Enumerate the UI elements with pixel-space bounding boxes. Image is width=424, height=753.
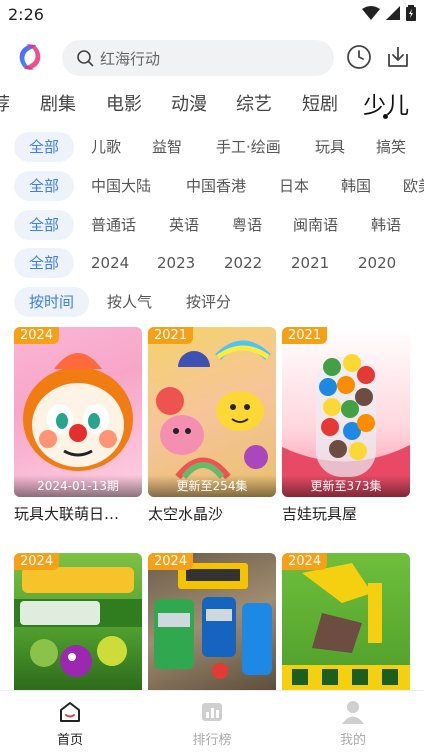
nav-home[interactable]: 首页 — [30, 699, 110, 748]
filter-region-option[interactable]: 中国香港 — [186, 171, 246, 201]
episode-info: 2024-01-13期 — [14, 475, 142, 497]
chart-icon — [202, 703, 222, 721]
search-bar[interactable]: 红海行动 — [62, 40, 334, 76]
status-bar: 2:26 — [0, 0, 424, 30]
year-badge: 2021 — [148, 327, 194, 344]
filter-region-option[interactable]: 日本 — [279, 171, 309, 201]
video-card[interactable]: 2024 — [148, 553, 276, 690]
battery-icon — [406, 5, 416, 21]
filter-type-option[interactable]: 益智 — [152, 132, 182, 162]
sort-by-rating[interactable]: 按评分 — [186, 287, 231, 317]
video-thumbnail[interactable]: 2024 2024-01-13期 — [14, 327, 142, 497]
status-time: 2:26 — [8, 5, 44, 24]
filter-year-all[interactable]: 全部 — [14, 248, 75, 278]
header: 红海行动 — [0, 38, 424, 78]
video-card[interactable]: 2021 更新至373集 吉娃玩具屋 — [282, 327, 410, 524]
home-icon — [60, 702, 80, 722]
episode-info: 更新至373集 — [282, 475, 410, 497]
search-placeholder: 红海行动 — [100, 49, 161, 68]
filter-year-option[interactable]: 2020 — [358, 248, 396, 278]
filter-language-option[interactable]: 英语 — [169, 210, 199, 240]
thumbnail-art-icon — [154, 563, 272, 679]
nav-home-label: 首页 — [56, 733, 83, 748]
year-badge: 2024 — [14, 327, 60, 344]
nav-rank[interactable]: 排行榜 — [172, 699, 252, 748]
filter-row-sort: 按时间 按人气 按评分 — [0, 285, 424, 319]
tab-variety[interactable]: 综艺 — [236, 90, 272, 116]
signal-icon — [386, 6, 400, 20]
filter-region-option[interactable]: 欧美 — [403, 171, 424, 201]
tab-recommend[interactable]: 荐 — [0, 90, 10, 116]
filter-type-option[interactable]: 玩具 — [315, 132, 345, 162]
filter-row-year: 全部 2024 2023 2022 2021 2020 — [0, 246, 424, 280]
thumbnail-art-icon — [156, 340, 271, 480]
filter-region-option[interactable]: 中国大陆 — [91, 171, 151, 201]
filter-language-option[interactable]: 普通话 — [91, 210, 136, 240]
tab-anime[interactable]: 动漫 — [171, 90, 207, 116]
filter-year-option[interactable]: 2023 — [157, 248, 195, 278]
thumbnail-art-icon — [282, 563, 410, 690]
filter-type-option[interactable]: 儿歌 — [91, 132, 121, 162]
video-thumbnail[interactable]: 2024 — [14, 553, 142, 690]
video-thumbnail[interactable]: 2021 更新至254集 — [148, 327, 276, 497]
tab-short-drama[interactable]: 短剧 — [302, 90, 338, 116]
filter-year-option[interactable]: 2021 — [291, 248, 329, 278]
video-title[interactable]: 太空水晶沙 — [148, 503, 276, 524]
filter-row-language: 全部 普通话 英语 粤语 闽南语 韩语 — [0, 208, 424, 242]
wifi-icon — [362, 6, 380, 20]
filter-language-option[interactable]: 韩语 — [371, 210, 401, 240]
filter-type-option[interactable]: 搞笑 — [376, 132, 406, 162]
category-tabs: 荐 剧集 电影 动漫 综艺 短剧 少儿 — [0, 84, 424, 124]
filter-row-type: 全部 儿歌 益智 手工·绘画 玩具 搞笑 — [0, 130, 424, 164]
thumbnail-art-icon — [14, 567, 142, 677]
video-card[interactable]: 2024 2024-01-13期 玩具大联萌日… — [14, 327, 142, 524]
nav-mine[interactable]: 我的 — [313, 699, 393, 748]
filter-region-option[interactable]: 韩国 — [341, 171, 371, 201]
thumbnail-art-icon — [23, 353, 133, 471]
nav-rank-label: 排行榜 — [192, 733, 232, 748]
search-icon — [77, 50, 94, 67]
download-icon[interactable] — [385, 44, 411, 70]
video-thumbnail[interactable]: 2024 — [148, 553, 276, 690]
video-thumbnail[interactable]: 2024 — [282, 553, 410, 690]
episode-info: 更新至254集 — [148, 475, 276, 497]
filter-year-option[interactable]: 2022 — [224, 248, 262, 278]
filter-region-all[interactable]: 全部 — [14, 171, 75, 201]
video-thumbnail[interactable]: 2021 更新至373集 — [282, 327, 410, 497]
thumbnail-art-icon — [282, 354, 410, 497]
video-card[interactable]: 2024 — [282, 553, 410, 690]
filter-language-option[interactable]: 粤语 — [232, 210, 262, 240]
active-tab-indicator — [383, 114, 388, 119]
status-icons — [362, 5, 416, 21]
year-badge: 2021 — [282, 327, 328, 344]
bottom-nav: 首页 排行榜 我的 — [0, 690, 424, 753]
filter-type-all[interactable]: 全部 — [14, 132, 75, 162]
app-logo-icon[interactable] — [14, 41, 46, 73]
year-badge: 2024 — [282, 553, 328, 570]
video-card[interactable]: 2021 更新至254集 太空水晶沙 — [148, 327, 276, 524]
year-badge: 2024 — [14, 553, 60, 570]
tab-movie[interactable]: 电影 — [106, 90, 142, 116]
filter-language-option[interactable]: 闽南语 — [293, 210, 338, 240]
sort-by-popularity[interactable]: 按人气 — [107, 287, 152, 317]
filter-language-all[interactable]: 全部 — [14, 210, 75, 240]
filter-row-region: 全部 中国大陆 中国香港 日本 韩国 欧美 — [0, 169, 424, 203]
video-title[interactable]: 吉娃玩具屋 — [282, 503, 410, 524]
video-title[interactable]: 玩具大联萌日… — [14, 503, 142, 524]
sort-by-time[interactable]: 按时间 — [14, 287, 90, 317]
history-icon[interactable] — [346, 44, 372, 70]
video-card[interactable]: 2024 — [14, 553, 142, 690]
tab-series[interactable]: 剧集 — [40, 90, 76, 116]
nav-mine-label: 我的 — [339, 733, 366, 748]
filter-type-option[interactable]: 手工·绘画 — [216, 132, 281, 162]
filter-year-option[interactable]: 2024 — [91, 248, 129, 278]
user-icon — [342, 701, 364, 724]
year-badge: 2024 — [148, 553, 194, 570]
